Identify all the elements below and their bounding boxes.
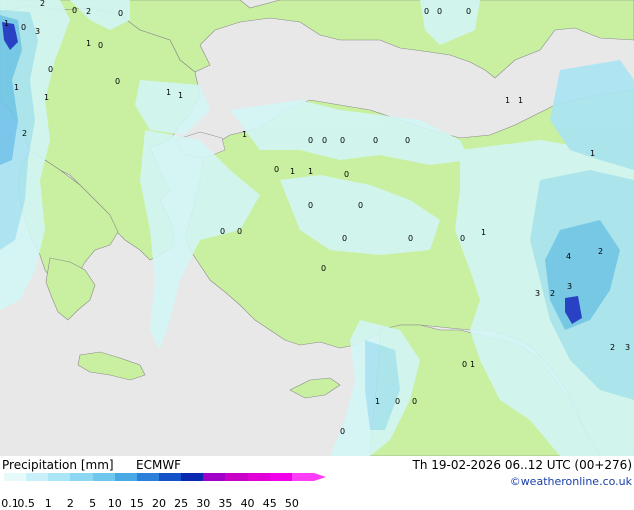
value-label: 4 <box>566 252 571 261</box>
value-label: 0 <box>115 77 120 86</box>
value-label: 0 <box>437 7 442 16</box>
value-label: 2 <box>598 247 603 256</box>
scale-label: 1 <box>44 497 52 510</box>
scale-label: 45 <box>262 497 277 510</box>
value-label: 0 <box>322 136 327 145</box>
scale-swatch <box>114 473 138 481</box>
scale-swatch <box>70 473 94 481</box>
scale-label: 15 <box>129 497 144 510</box>
value-label: 3 <box>35 27 40 36</box>
value-label: 0 <box>344 170 349 179</box>
scale-arrow <box>314 473 326 481</box>
scale-swatch <box>92 473 116 481</box>
scale-swatch <box>247 473 271 481</box>
legend-footer: Precipitation [mm] ECMWF Th 19-02-2026 0… <box>0 456 634 510</box>
value-label: 2 <box>550 289 555 298</box>
value-label: 0 <box>462 360 467 369</box>
value-label: 1 <box>290 167 295 176</box>
value-label: 1 <box>242 130 247 139</box>
value-label: 2 <box>22 129 27 138</box>
scale-label: 35 <box>218 497 233 510</box>
credit-link[interactable]: ©weatheronline.co.uk <box>510 475 632 488</box>
value-label: 1 <box>86 39 91 48</box>
value-label: 0 <box>408 234 413 243</box>
scale-label: 30 <box>196 497 211 510</box>
map-title: Precipitation [mm] <box>2 458 114 472</box>
map-canvas: 2 0 2 0 1 0 3 0 1 0 1 1 1 1 2 0 1 0 0 0 … <box>0 0 634 457</box>
scale-label: 40 <box>240 497 255 510</box>
scale-swatch <box>26 473 49 481</box>
scale-label: 2 <box>66 497 74 510</box>
value-label: 0 <box>340 136 345 145</box>
value-label: 0 <box>21 23 26 32</box>
scale-swatch <box>4 473 27 481</box>
value-label: 0 <box>340 427 345 436</box>
value-label: 0 <box>373 136 378 145</box>
scale-label: 5 <box>89 497 97 510</box>
value-label: 1 <box>308 167 313 176</box>
value-label: 0 <box>395 397 400 406</box>
value-label: 1 <box>590 149 595 158</box>
value-label: 0 <box>118 9 123 18</box>
value-label: 0 <box>358 201 363 210</box>
value-label: 1 <box>44 93 49 102</box>
scale-swatch <box>136 473 160 481</box>
scale-label: 0.5 <box>17 497 35 510</box>
value-label: 0 <box>412 397 417 406</box>
scale-swatch <box>203 473 226 481</box>
value-label: 1 <box>14 83 19 92</box>
scale-swatch <box>181 473 204 481</box>
value-label: 0 <box>308 201 313 210</box>
value-label: 1 <box>375 397 380 406</box>
precipitation-map: 2 0 2 0 1 0 3 0 1 0 1 1 1 1 2 0 1 0 0 0 … <box>0 0 634 457</box>
value-label: 0 <box>237 227 242 236</box>
value-label: 0 <box>48 65 53 74</box>
value-label: 0 <box>342 234 347 243</box>
value-label: 1 <box>518 96 523 105</box>
value-label: 1 <box>481 228 486 237</box>
scale-label: 0.1 <box>1 497 19 510</box>
value-label: 0 <box>72 6 77 15</box>
value-label: 0 <box>98 41 103 50</box>
color-scale: 0.1 0.5 1 2 5 10 15 20 25 30 35 40 45 50 <box>1 473 327 510</box>
scale-swatch <box>225 473 249 481</box>
value-label: 0 <box>274 165 279 174</box>
value-label: 1 <box>4 19 9 28</box>
scale-swatch <box>159 473 182 481</box>
value-label: 0 <box>424 7 429 16</box>
value-label: 1 <box>178 91 183 100</box>
value-label: 1 <box>470 360 475 369</box>
value-label: 3 <box>625 343 630 352</box>
value-label: 2 <box>610 343 615 352</box>
value-label: 1 <box>166 88 171 97</box>
scale-swatch <box>269 473 293 481</box>
scale-label: 50 <box>284 497 299 510</box>
value-label: 0 <box>405 136 410 145</box>
value-label: 1 <box>505 96 510 105</box>
scale-swatch <box>291 473 315 481</box>
value-label: 3 <box>535 289 540 298</box>
value-label: 0 <box>321 264 326 273</box>
value-label: 2 <box>86 7 91 16</box>
scale-label: 25 <box>174 497 189 510</box>
model-name: ECMWF <box>136 458 182 472</box>
scale-label: 10 <box>107 497 122 510</box>
value-label: 2 <box>40 0 45 8</box>
scale-label: 20 <box>152 497 166 510</box>
value-label: 0 <box>466 7 471 16</box>
value-label: 0 <box>460 234 465 243</box>
scale-swatch <box>48 473 71 481</box>
value-label: 3 <box>567 282 572 291</box>
value-label: 0 <box>220 227 225 236</box>
value-label: 0 <box>308 136 313 145</box>
forecast-datetime: Th 19-02-2026 06..12 UTC (00+276) <box>412 458 632 472</box>
